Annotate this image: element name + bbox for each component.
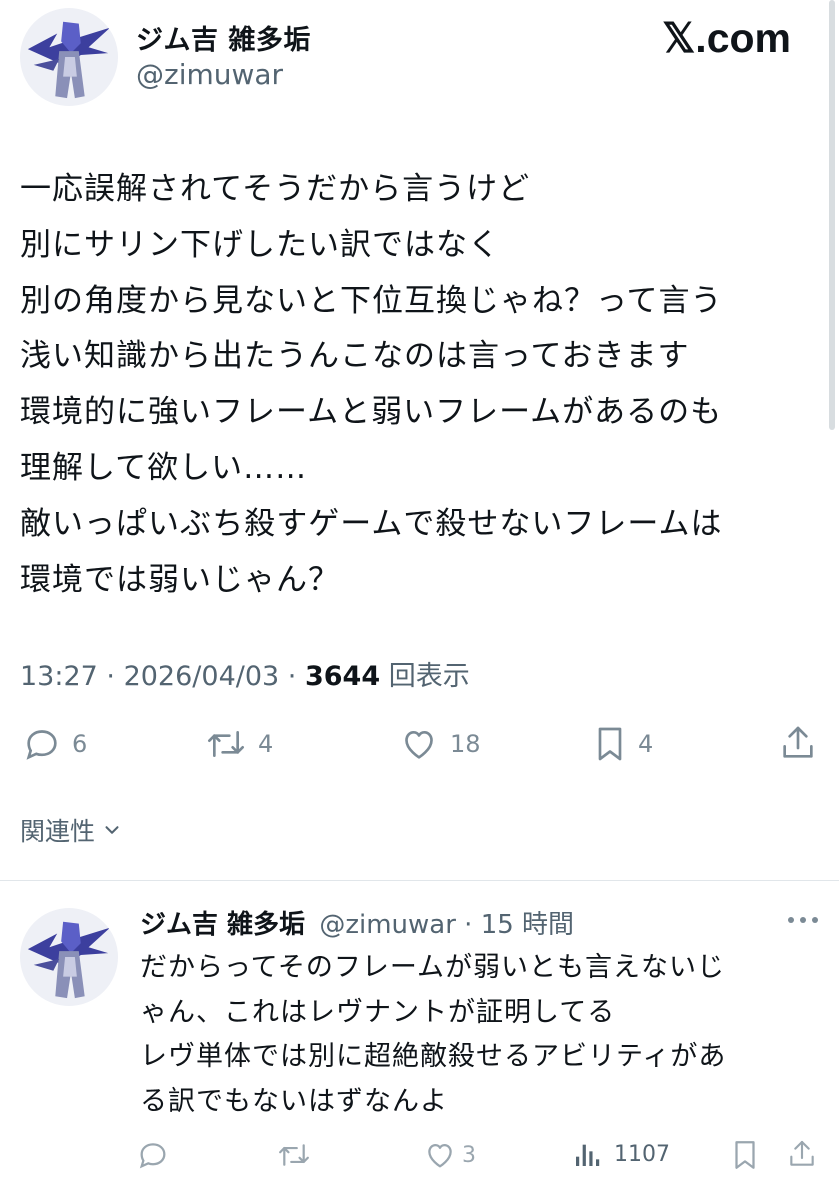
bookmark-button[interactable]: 4 — [592, 724, 653, 764]
author-name[interactable]: ジム吉 雑多垢 — [136, 18, 311, 57]
bookmark-icon — [598, 727, 622, 761]
like-icon — [428, 1143, 452, 1168]
tweet-line: 一応誤解されてそうだから言うけど — [20, 171, 531, 207]
meta-separator: · — [106, 661, 124, 692]
tweet-line: 別の角度から見ないと下位互換じゃね？って言う — [20, 282, 723, 319]
x-logo-text[interactable]: 𝕏.com — [662, 14, 791, 62]
more-options-button[interactable] — [786, 912, 820, 931]
tweet-line: 理解して欲しい…… — [20, 449, 308, 486]
reply-line: る訳でもないはずなんよ — [140, 1085, 448, 1117]
tweet-line: 環境的に強いフレームと弱いフレームがあるのも — [20, 394, 723, 431]
like-icon — [405, 731, 433, 759]
divider — [0, 880, 839, 881]
meta-separator: · — [287, 661, 305, 692]
reply-share-button[interactable] — [786, 1136, 818, 1172]
author-handle[interactable]: @zimuwar — [136, 58, 283, 91]
tweet-line: 環境では弱いじゃん？ — [20, 561, 340, 598]
related-sort-dropdown[interactable]: 関連性 — [20, 812, 123, 848]
tweet-meta: 13:27 · 2026/04/03 · 3644 回表示 — [20, 654, 470, 693]
reply-like-count: 3 — [462, 1142, 476, 1168]
reply-button[interactable]: 6 — [22, 724, 87, 764]
reply-count: 6 — [72, 730, 88, 758]
repost-icon — [279, 1144, 309, 1166]
reply-author-avatar[interactable] — [20, 908, 118, 1006]
author-avatar[interactable] — [20, 8, 118, 106]
reply-text: だからってそのフレームが弱いとも言えないじ ゃん、これはレヴナントが証明してる … — [140, 946, 820, 1124]
reply-repost-button[interactable] — [276, 1138, 312, 1172]
reply-view-count: 1107 — [614, 1141, 670, 1167]
more-icon — [788, 917, 818, 923]
reply-author-name[interactable]: ジム吉 雑多垢 — [140, 910, 305, 940]
repost-icon — [208, 731, 245, 757]
like-count: 18 — [450, 730, 481, 758]
share-icon — [783, 726, 813, 758]
avatar-image — [20, 908, 118, 1006]
chevron-down-icon — [105, 826, 119, 834]
reply-reply-button[interactable] — [136, 1138, 170, 1172]
reply-like-button[interactable]: 3 — [422, 1138, 476, 1172]
tweet-actions: 6 4 18 4 — [0, 716, 839, 772]
reply-line: ゃん、これはレヴナントが証明してる — [140, 996, 616, 1028]
repost-button[interactable]: 4 — [204, 724, 273, 764]
reply-bookmark-button[interactable] — [730, 1138, 760, 1172]
reply-views-button[interactable]: 1107 — [572, 1138, 670, 1170]
bookmark-count: 4 — [638, 730, 654, 758]
reply-line: だからってそのフレームが弱いとも言えないじ — [140, 952, 726, 983]
reply-icon — [139, 1143, 166, 1169]
scrollbar[interactable] — [829, 0, 835, 430]
reply-icon — [26, 730, 57, 760]
tweet-text: 一応誤解されてそうだから言うけど 別にサリン下げしたい訳ではなく 別の角度から見… — [20, 162, 820, 608]
repost-count: 4 — [258, 730, 274, 758]
view-count-label: 回表示 — [388, 661, 470, 692]
reply-time[interactable]: 15 時間 — [481, 910, 574, 940]
reply-actions: 3 1107 — [0, 1132, 839, 1188]
tweet-line: 浅い知識から出たうんこなのは言っておきます — [20, 338, 690, 375]
view-count: 3644 — [304, 661, 381, 692]
share-button[interactable] — [778, 722, 818, 764]
tweet-line: 敵いっぱいぶち殺すゲームで殺せないフレームは — [20, 505, 723, 542]
tweet-time[interactable]: 13:27 — [20, 661, 98, 692]
tweet-date[interactable]: 2026/04/03 — [124, 661, 280, 692]
meta-separator: · — [464, 910, 473, 940]
avatar-image — [20, 8, 118, 106]
share-icon — [790, 1140, 814, 1166]
bookmark-icon — [735, 1141, 755, 1169]
tweet-line: 別にサリン下げしたい訳ではなく — [20, 226, 500, 263]
views-icon — [576, 1144, 600, 1166]
reply-author-handle[interactable]: @zimuwar — [319, 910, 456, 940]
related-label: 関連性 — [20, 817, 96, 846]
like-button[interactable]: 18 — [398, 724, 481, 764]
reply-line: レヴ単体では別に超絶敵殺せるアビリティがあ — [140, 1041, 727, 1072]
reply-header: ジム吉 雑多垢 @zimuwar · 15 時間 — [140, 904, 574, 941]
